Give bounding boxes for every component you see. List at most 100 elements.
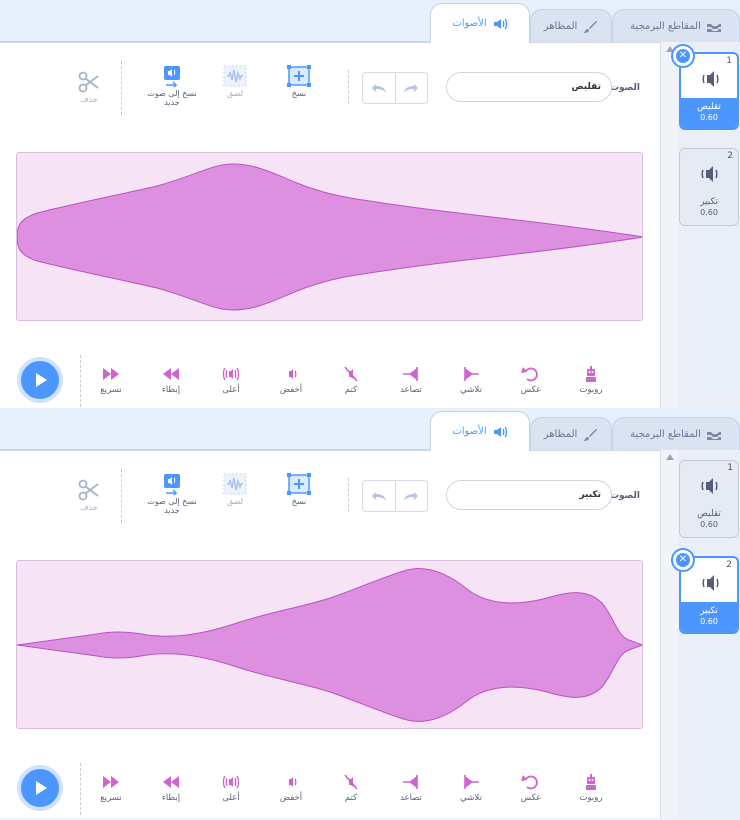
copy-button[interactable]: نسخ <box>269 65 329 98</box>
fade-in-icon <box>403 775 418 789</box>
editor-area: الصوت نسخ لصق نسخ إلى صوت جديد حذف <box>0 450 660 818</box>
redo-button[interactable] <box>396 481 428 511</box>
sound-card-1[interactable]: 1 تقليص 0.60 <box>679 460 739 538</box>
waveform-graphic <box>17 163 642 311</box>
effect-robot-button[interactable]: روبوت <box>566 773 616 803</box>
sound-card-2[interactable]: 2 تكبير 0.60 <box>679 148 739 226</box>
tab-costumes[interactable]: المظاهر <box>530 417 612 451</box>
sound-card-1[interactable]: ✕ 1 تقليص 0.60 <box>673 46 739 130</box>
waveform-display[interactable] <box>16 152 643 321</box>
copy-button[interactable]: نسخ <box>269 473 329 506</box>
fade-out-icon <box>464 775 479 789</box>
sound-editor-panel-1: المقاطع البرمجية المظاهر الأصوات الصوت ن… <box>0 0 740 410</box>
sound-name-input[interactable] <box>446 480 612 510</box>
paste-button[interactable]: لصق <box>205 65 265 98</box>
copy-selection-icon <box>287 65 311 87</box>
sound-editor-panel-2: المقاطع البرمجية المظاهر الأصوات الصوت ن… <box>0 408 740 818</box>
paste-button[interactable]: لصق <box>205 473 265 506</box>
sound-name: تكبير <box>700 197 718 207</box>
copy-label: نسخ <box>291 497 307 506</box>
speaker-icon <box>701 166 718 182</box>
softer-icon <box>289 777 297 787</box>
effect-fade-out-button[interactable]: تلاشي <box>446 773 496 803</box>
effect-softer-button[interactable]: أخفض <box>266 773 316 803</box>
undo-button[interactable] <box>363 481 396 511</box>
tab-code[interactable]: المقاطع البرمجية <box>612 417 740 451</box>
sound-name: تقليص <box>697 102 721 112</box>
delete-button[interactable]: حذف <box>59 71 119 104</box>
sound-name-input[interactable] <box>446 72 612 102</box>
scroll-up-icon[interactable] <box>666 454 674 460</box>
effect-fade-out-label: تلاشي <box>460 793 482 803</box>
copy-to-new-icon <box>164 66 180 87</box>
tab-costumes[interactable]: المظاهر <box>530 9 612 43</box>
copy-to-new-button[interactable]: نسخ إلى صوت جديد <box>142 65 202 107</box>
rewind-icon <box>163 368 179 380</box>
play-button[interactable] <box>17 765 63 811</box>
play-icon <box>36 781 47 795</box>
list-scrollbar[interactable] <box>660 450 678 818</box>
effect-louder-button[interactable]: أعلى <box>206 773 256 803</box>
undo-button[interactable] <box>363 73 396 103</box>
code-icon <box>706 23 721 32</box>
effect-fade-in-button[interactable]: تصاعد <box>386 365 436 395</box>
scissors-icon <box>78 479 99 501</box>
effect-fade-out-button[interactable]: تلاشي <box>446 365 496 395</box>
copy-to-new-button[interactable]: نسخ إلى صوت جديد <box>142 473 202 515</box>
paste-icon <box>223 65 247 87</box>
effect-reverse-label: عكس <box>520 793 542 803</box>
delete-button[interactable]: حذف <box>59 479 119 512</box>
waveform-display[interactable] <box>16 560 643 729</box>
effect-louder-button[interactable]: أعلى <box>206 365 256 395</box>
delete-sound-button[interactable]: ✕ <box>673 550 693 570</box>
sound-list: 1 تقليص 0.60 ✕ 2 تكبير 0.60 <box>673 450 740 818</box>
speaker-icon <box>701 478 718 494</box>
tab-code[interactable]: المقاطع البرمجية <box>612 9 740 43</box>
fast-forward-icon <box>103 368 119 380</box>
effect-slower-button[interactable]: إبطاء <box>146 365 196 395</box>
play-button[interactable] <box>17 357 63 403</box>
tab-bar: المقاطع البرمجية المظاهر الأصوات <box>0 408 740 451</box>
effect-faster-button[interactable]: تسريع <box>86 365 136 395</box>
brush-icon <box>584 428 598 441</box>
brush-icon <box>584 20 598 33</box>
effect-mute-button[interactable]: كتم <box>326 773 376 803</box>
effect-mute-label: كتم <box>344 793 358 803</box>
redo-button[interactable] <box>396 73 428 103</box>
effect-reverse-button[interactable]: عكس <box>506 773 556 803</box>
sound-index: 1 <box>726 56 732 66</box>
sound-list-column: ✕ 1 تقليص 0.60 2 تكبير 0.60 <box>660 42 740 410</box>
effect-mute-button[interactable]: كتم <box>326 365 376 395</box>
undo-redo-group <box>362 480 428 512</box>
tab-code-label: المقاطع البرمجية <box>630 429 701 440</box>
paste-label: لصق <box>226 89 244 98</box>
tab-sounds[interactable]: الأصوات <box>430 3 530 43</box>
effect-fade-in-button[interactable]: تصاعد <box>386 773 436 803</box>
effect-faster-button[interactable]: تسريع <box>86 773 136 803</box>
effect-faster-label: تسريع <box>100 385 122 395</box>
reverse-icon <box>521 367 538 382</box>
tab-sounds[interactable]: الأصوات <box>430 411 530 451</box>
effect-slower-label: إبطاء <box>161 385 181 395</box>
effect-reverse-button[interactable]: عكس <box>506 365 556 395</box>
effect-softer-button[interactable]: أخفض <box>266 365 316 395</box>
delete-sound-button[interactable]: ✕ <box>673 46 693 66</box>
waveform-graphic <box>17 568 642 722</box>
effect-louder-label: أعلى <box>222 385 240 395</box>
list-scrollbar[interactable] <box>660 42 678 410</box>
tab-sounds-label: الأصوات <box>452 426 487 437</box>
tab-code-label: المقاطع البرمجية <box>630 21 701 32</box>
effect-softer-label: أخفض <box>279 385 303 395</box>
effect-slower-button[interactable]: إبطاء <box>146 773 196 803</box>
paste-icon <box>223 473 247 495</box>
speaker-icon <box>702 575 719 591</box>
tab-sounds-label: الأصوات <box>452 18 487 29</box>
speaker-icon <box>493 426 507 437</box>
delete-label: حذف <box>80 95 98 104</box>
effect-fade-in-label: تصاعد <box>400 793 422 803</box>
effect-robot-button[interactable]: روبوت <box>566 365 616 395</box>
mute-icon <box>344 774 358 790</box>
sound-card-2[interactable]: ✕ 2 تكبير 0.60 <box>673 550 739 634</box>
play-icon <box>36 373 47 387</box>
mute-icon <box>344 366 358 382</box>
